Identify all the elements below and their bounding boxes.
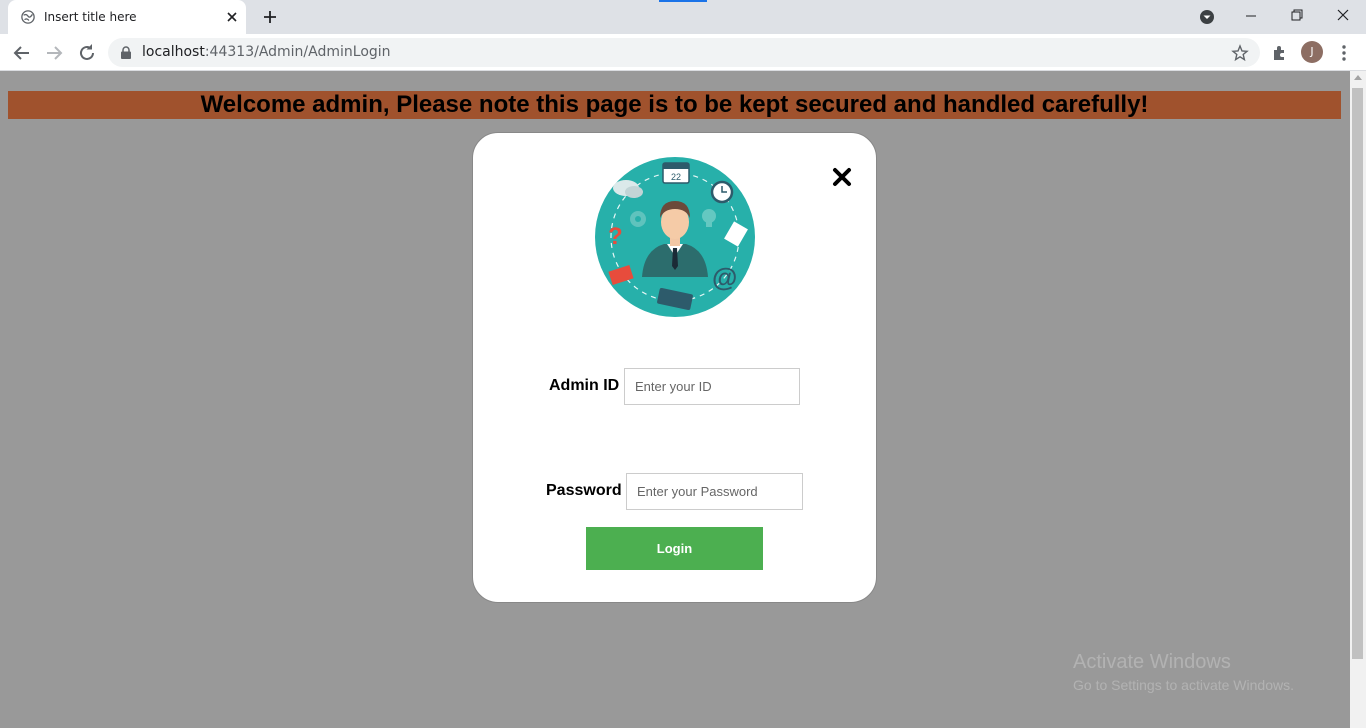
close-icon[interactable]	[831, 166, 853, 188]
svg-text:@: @	[712, 262, 737, 292]
window-close-icon[interactable]	[1332, 6, 1354, 26]
reload-icon[interactable]	[75, 41, 99, 65]
svg-text:?: ?	[608, 223, 623, 250]
bookmark-star-icon[interactable]	[1231, 44, 1249, 62]
globe-icon	[21, 10, 35, 24]
tab-title: Insert title here	[44, 10, 137, 24]
lock-icon[interactable]	[120, 46, 132, 59]
new-tab-icon[interactable]	[260, 7, 280, 27]
tab-search-icon[interactable]	[1198, 8, 1216, 26]
browser-tab[interactable]: Insert title here	[8, 0, 246, 34]
password-label: Password	[546, 482, 622, 499]
forward-arrow-icon[interactable]	[42, 41, 66, 65]
admin-id-input[interactable]	[624, 368, 800, 405]
login-modal: 22 ? @ Admin ID Password	[472, 132, 877, 603]
close-tab-icon[interactable]	[224, 9, 240, 25]
scrollbar-thumb[interactable]	[1352, 88, 1363, 659]
activate-windows-title: Activate Windows	[1073, 651, 1231, 673]
address-bar[interactable]: localhost:44313/Admin/AdminLogin	[108, 38, 1260, 67]
browser-tabstrip: Insert title here	[0, 0, 1366, 34]
browser-toolbar: localhost:44313/Admin/AdminLogin J	[0, 34, 1366, 71]
extensions-puzzle-icon[interactable]	[1270, 43, 1290, 63]
loading-indicator	[659, 0, 707, 2]
activate-windows-subtitle: Go to Settings to activate Windows.	[1073, 677, 1294, 693]
page-viewport: Welcome admin, Please note this page is …	[0, 71, 1350, 728]
restore-icon[interactable]	[1286, 6, 1308, 26]
url-text[interactable]: localhost:44313/Admin/AdminLogin	[142, 44, 391, 60]
login-button[interactable]: Login	[586, 527, 763, 570]
more-menu-icon[interactable]	[1336, 43, 1352, 63]
page-scrollbar[interactable]	[1350, 71, 1366, 728]
back-arrow-icon[interactable]	[10, 41, 34, 65]
calendar-day-text: 22	[671, 172, 681, 182]
password-input[interactable]	[626, 473, 803, 510]
admin-id-label: Admin ID	[549, 377, 620, 394]
minimize-icon[interactable]	[1240, 6, 1262, 26]
scroll-up-arrow-icon[interactable]	[1354, 75, 1362, 80]
admin-avatar-icon: 22 ? @	[595, 157, 755, 317]
profile-avatar[interactable]: J	[1301, 41, 1323, 63]
welcome-banner: Welcome admin, Please note this page is …	[8, 91, 1341, 119]
